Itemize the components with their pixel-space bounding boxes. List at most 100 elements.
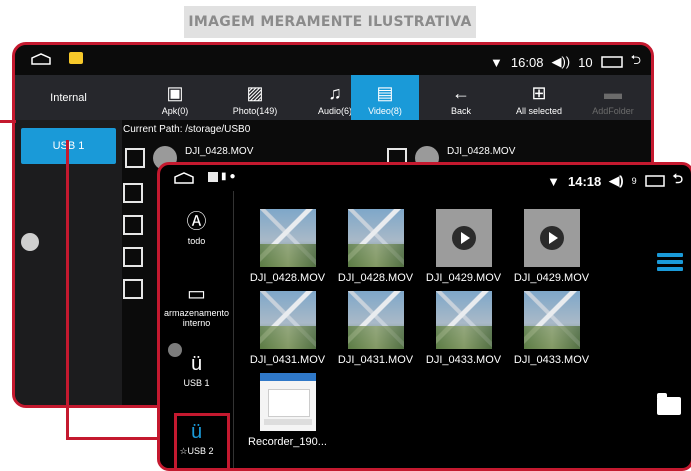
volume-icon: ◀)) [551,54,571,69]
file-tile[interactable]: DJI_0429.MOV [421,209,506,284]
play-icon [451,226,476,250]
scroll-knob[interactable] [21,233,39,251]
front-right-rail [635,191,691,468]
recent-apps-icon[interactable] [600,56,623,68]
front-status-volume: 9 [631,176,637,186]
file-tile[interactable]: DJI_0428.MOV [245,209,330,284]
back-button[interactable]: ← Back [419,75,503,120]
file-checkbox[interactable] [123,183,143,203]
back-nav-icon[interactable]: ⮌ [673,170,683,192]
file-checkbox[interactable] [123,279,143,299]
all-icon: Ⓐ [186,211,207,233]
file-tile[interactable]: DJI_0433.MOV [509,291,594,366]
music-note-icon: ♫ [328,83,342,103]
back-status-right: ▼ 16:08 ◀)) 10 ⮌ [490,51,641,73]
file-name: DJI_0429.MOV [425,272,502,284]
file-name: DJI_0433.MOV [425,354,502,366]
play-icon [539,226,564,250]
file-tile[interactable]: DJI_0429.MOV [509,209,594,284]
file-checkbox[interactable] [123,215,143,235]
back-nav-icon[interactable]: ⮌ [631,51,641,73]
android-apk-icon: ▣ [166,83,184,103]
file-name: DJI_0429.MOV [513,272,590,284]
add-folder-button[interactable]: ▬ AddFolder [573,75,651,120]
audio-label: Audio(6) [317,106,353,116]
wifi-icon: ▼ [490,54,503,70]
internal-tab[interactable]: Internal [15,75,122,120]
nav-usb1-label: USB 1 [183,378,210,388]
folder-notification-icon [69,52,83,64]
file-name: DJI_0428.MOV [447,145,516,157]
aerial-thumbnail [347,291,404,349]
video-button[interactable]: ▤ Video(8) [351,75,419,120]
file-tile[interactable]: Recorder_190... [245,373,330,448]
photo-label: Photo(149) [232,106,278,116]
usb2-highlight [174,413,230,468]
back-status-volume: 10 [578,54,593,70]
photo-button[interactable]: ▨ Photo(149) [215,75,295,120]
add-folder-icon: ▬ [604,83,622,103]
aerial-thumbnail [523,291,580,349]
video-icon: ▤ [376,83,394,103]
front-status-right: ▼ 14:18 ◀) 9 ⮌ [547,170,683,192]
add-folder-label: AddFolder [592,106,634,116]
aerial-thumbnail [259,209,316,267]
file-name: DJI_0431.MOV [249,354,326,366]
video-thumbnail [435,209,492,267]
file-tile[interactable]: DJI_0433.MOV [421,291,506,366]
home-icon[interactable] [31,53,51,65]
file-tile[interactable]: DJI_0428.MOV [333,209,418,284]
file-tile[interactable]: DJI_0431.MOV [245,291,330,366]
file-name: DJI_0428.MOV [337,272,414,284]
aerial-thumbnail [435,291,492,349]
nav-internal-storage[interactable]: ▭ armazenamento interno [160,283,233,328]
back-status-bar: ▼ 16:08 ◀)) 10 ⮌ [15,45,651,75]
connector-line [66,140,69,440]
apk-button[interactable]: ▣ Apk(0) [135,75,215,120]
back-toolbar: Internal ▣ Apk(0) ▨ Photo(149) ♫ Audio(6) ▤… [15,75,651,120]
nav-all[interactable]: Ⓐ todo [160,211,233,246]
nav-usb1[interactable]: ü USB 1 [160,353,233,388]
usb-icon: ü [190,353,203,375]
internal-storage-icon: ▭ [187,283,206,305]
usb-notification-icon: ▮ [221,171,227,182]
file-name: DJI_0428.MOV [185,145,254,157]
apk-label: Apk(0) [161,106,189,116]
current-path: Current Path: /storage/USB0 [123,124,251,135]
file-checkbox[interactable] [123,247,143,267]
illustrative-banner: IMAGEM MERAMENTE ILUSTRATIVA [184,6,476,38]
recent-apps-icon[interactable] [644,175,665,187]
back-status-time: 16:08 [510,54,544,70]
video-label: Video(8) [368,106,402,116]
file-tile[interactable]: DJI_0431.MOV [333,291,418,366]
shield-icon: ● [229,171,236,182]
back-arrow-icon: ← [452,83,470,103]
image-notification-icon [208,171,218,182]
front-status-bar: ▮ ● ▼ 14:18 ◀) 9 ⮌ [160,165,691,191]
file-checkbox[interactable] [125,148,145,168]
connector-line [0,120,16,123]
volume-icon: ◀) [609,173,624,188]
back-checkbox-column [123,183,143,311]
front-file-manager-panel: ▮ ● ▼ 14:18 ◀) 9 ⮌ Ⓐ todo ▭ armazenament… [157,162,691,471]
all-selected-button[interactable]: ⊞ All selected [499,75,579,120]
scroll-knob[interactable] [168,343,182,357]
aerial-thumbnail [259,291,316,349]
wifi-icon: ▼ [547,173,560,189]
video-thumbnail [523,209,580,267]
file-name: DJI_0433.MOV [513,354,590,366]
file-name: DJI_0431.MOV [337,354,414,366]
screenshot-thumbnail [259,373,316,431]
list-view-icon[interactable] [657,253,683,274]
grid-select-icon: ⊞ [531,83,547,103]
aerial-thumbnail [347,209,404,267]
home-icon[interactable] [174,172,194,184]
front-notification-icons: ▮ ● [208,171,236,182]
nav-internal-label: armazenamento interno [163,308,230,328]
folder-icon[interactable] [657,393,681,415]
file-name: Recorder_190... [248,436,327,448]
all-selected-label: All selected [515,106,563,116]
file-name: DJI_0428.MOV [249,272,326,284]
back-label: Back [450,106,471,116]
nav-all-label: todo [187,236,206,246]
